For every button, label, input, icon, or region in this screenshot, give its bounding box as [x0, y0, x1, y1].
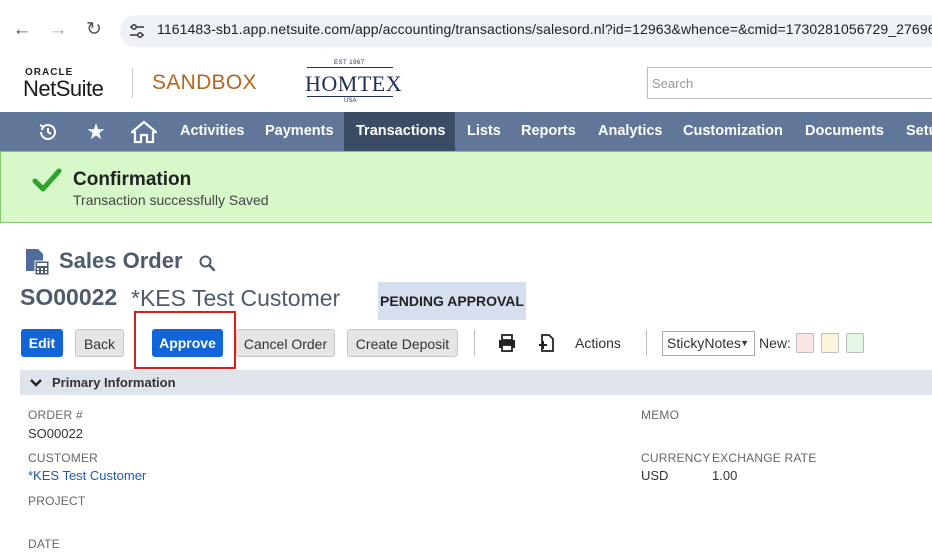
- new-sticky-yellow-button[interactable]: [821, 333, 839, 353]
- currency-label: CURRENCY: [641, 451, 711, 465]
- environment-label: SANDBOX: [152, 71, 257, 94]
- company-logo-country: USA: [344, 98, 357, 104]
- company-logo-rule: [307, 96, 393, 97]
- customer-link[interactable]: *KES Test Customer: [28, 468, 146, 483]
- site-settings-icon[interactable]: [128, 22, 146, 40]
- checkmark-icon: [32, 168, 62, 192]
- sticky-notes-select[interactable]: StickyNotes ▼: [662, 331, 755, 356]
- memo-label: MEMO: [641, 408, 680, 422]
- confirmation-message: Transaction successfully Saved: [73, 192, 269, 208]
- status-badge: PENDING APPROVAL: [378, 282, 526, 320]
- forward-arrow-icon[interactable]: →: [46, 18, 70, 42]
- recent-records-icon[interactable]: [32, 112, 64, 151]
- record-number: SO00022: [20, 284, 118, 310]
- nav-lists[interactable]: Lists: [455, 112, 513, 151]
- approve-button[interactable]: Approve: [152, 329, 223, 357]
- toolbar-divider: [646, 330, 647, 356]
- url-text[interactable]: 1161483-sb1.app.netsuite.com/app/account…: [157, 21, 932, 37]
- sticky-notes-label: StickyNotes: [667, 335, 741, 351]
- nav-customization[interactable]: Customization: [671, 112, 795, 151]
- netsuite-logo[interactable]: NetSuite: [23, 76, 104, 102]
- order-number-label: ORDER #: [28, 408, 83, 422]
- new-sticky-green-button[interactable]: [846, 333, 864, 353]
- new-sticky-pink-button[interactable]: [796, 333, 814, 353]
- company-logo-est: EST 1967: [334, 60, 365, 66]
- exchange-rate-value: 1.00: [712, 468, 738, 483]
- global-search-input[interactable]: Search: [647, 67, 932, 99]
- header-divider: [132, 68, 133, 98]
- new-sticky-label: New:: [759, 335, 791, 351]
- nav-activities[interactable]: Activities: [168, 112, 256, 151]
- confirmation-title: Confirmation: [73, 169, 192, 190]
- actions-menu[interactable]: Actions: [575, 335, 621, 351]
- project-label: PROJECT: [28, 494, 86, 508]
- currency-value: USD: [641, 468, 669, 483]
- sales-order-document-icon: [26, 249, 50, 276]
- section-title: Primary Information: [52, 375, 176, 390]
- chevron-down-icon[interactable]: [29, 376, 43, 390]
- company-logo: HOMTEX: [305, 71, 403, 96]
- nav-reports[interactable]: Reports: [509, 112, 588, 151]
- toolbar-divider: [474, 330, 475, 356]
- edit-button[interactable]: Edit: [21, 329, 63, 357]
- nav-analytics[interactable]: Analytics: [586, 112, 674, 151]
- page-title: Sales Order: [59, 248, 183, 273]
- print-icon[interactable]: [497, 333, 517, 353]
- order-number-value: SO00022: [28, 426, 83, 441]
- favorites-star-icon[interactable]: ★: [80, 112, 112, 151]
- customer-label: CUSTOMER: [28, 451, 99, 465]
- create-deposit-button[interactable]: Create Deposit: [347, 329, 458, 357]
- back-arrow-icon[interactable]: ←: [10, 18, 34, 42]
- nav-transactions[interactable]: Transactions: [344, 112, 455, 151]
- new-document-icon[interactable]: [537, 333, 557, 353]
- record-customer-name: *KES Test Customer: [131, 285, 341, 311]
- nav-documents[interactable]: Documents: [793, 112, 896, 151]
- nav-payments[interactable]: Payments: [253, 112, 346, 151]
- company-logo-rule: [307, 67, 393, 68]
- nav-setup[interactable]: Setup: [894, 112, 932, 151]
- reload-icon[interactable]: ↻: [82, 18, 106, 42]
- chevron-down-icon: ▼: [740, 338, 749, 348]
- cancel-order-button[interactable]: Cancel Order: [236, 329, 335, 357]
- date-label: DATE: [28, 537, 60, 551]
- back-button[interactable]: Back: [75, 329, 124, 357]
- home-icon[interactable]: [128, 112, 160, 151]
- exchange-rate-label: EXCHANGE RATE: [712, 451, 817, 465]
- search-icon[interactable]: [198, 254, 216, 272]
